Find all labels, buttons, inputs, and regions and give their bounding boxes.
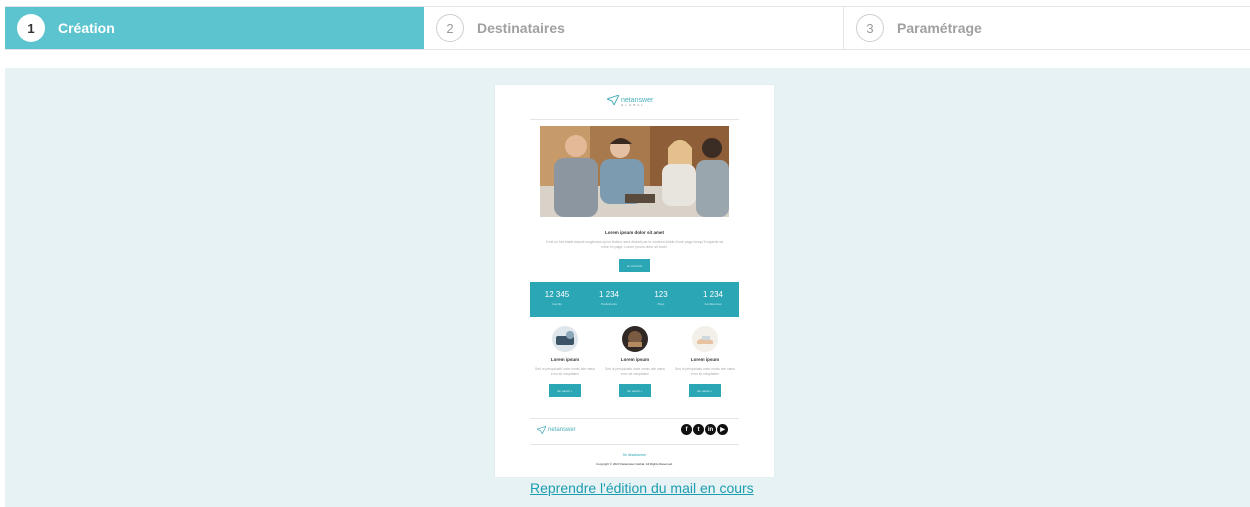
step-number: 3 (856, 14, 884, 42)
step-label: Création (58, 20, 115, 36)
stat-value: 12 345 (544, 290, 570, 299)
mail-cta-button: Je m'inscris (619, 259, 650, 272)
feature-text: Sed ut perspiciatis unde omnis iste natu… (675, 367, 735, 376)
feature-title: Lorem ipsum (690, 357, 720, 362)
step-label: Destinataires (477, 20, 565, 36)
feature-column: Lorem ipsum Sed ut perspiciatis unde omn… (535, 326, 595, 397)
feature-title: Lorem ipsum (550, 357, 580, 362)
linkedin-icon: in (705, 424, 716, 435)
email-thumbnail[interactable]: netanswer GLOBAL Lorem ipsum dolor sit a… (495, 85, 774, 477)
stat-value: 1 234 (702, 290, 724, 299)
stat-item: 1 234 Participants (587, 290, 631, 306)
wizard-steps: 1 Création 2 Destinataires 3 Paramétrage (5, 6, 1250, 50)
unsubscribe-link: Se désabonner (622, 453, 647, 457)
feature-button: En savoir + (619, 384, 651, 397)
paper-plane-icon (607, 95, 619, 105)
divider (530, 444, 739, 445)
feature-text: Sed ut perspiciatis unde omnis iste natu… (535, 367, 595, 376)
copyright-text: Copyright © 2023 Netanswer Global. All R… (596, 462, 673, 466)
youtube-icon: ▶ (717, 424, 728, 435)
stat-label: Inscrits (552, 302, 562, 306)
mail-paragraph: Il est un fait établi depuis longtemps q… (545, 240, 724, 249)
feature-image (552, 326, 578, 352)
brand-sub: GLOBAL (621, 103, 646, 107)
hero-image (540, 126, 729, 217)
step-creation[interactable]: 1 Création (5, 7, 424, 49)
footer-logo: netanswer (537, 426, 576, 434)
feature-image (692, 326, 718, 352)
mail-title: Lorem ipsum dolor sit amet (604, 230, 664, 235)
stat-label: Participants (601, 302, 617, 306)
feature-title: Lorem ipsum (620, 357, 650, 362)
stat-label: Pays (657, 302, 665, 306)
divider (530, 119, 739, 120)
feature-image (622, 326, 648, 352)
stat-label: Conférences (704, 302, 722, 306)
brand-name: netanswer (548, 427, 576, 433)
resume-edit-link[interactable]: Reprendre l'édition du mail en cours (530, 480, 754, 496)
step-number: 1 (17, 14, 45, 42)
paper-plane-icon (537, 426, 546, 434)
facebook-icon: f (681, 424, 692, 435)
feature-text: Sed ut perspiciatis unde omnis iste natu… (605, 367, 665, 376)
divider (530, 418, 739, 419)
stat-item: 1 234 Conférences (691, 290, 735, 306)
step-label: Paramétrage (897, 20, 982, 36)
mail-header-logo: netanswer GLOBAL (607, 95, 653, 107)
feature-column: Lorem ipsum Sed ut perspiciatis unde omn… (675, 326, 735, 397)
stat-item: 123 Pays (639, 290, 683, 306)
stats-band: 12 345 Inscrits 1 234 Participants 123 P… (530, 282, 739, 317)
stat-value: 1 234 (598, 290, 620, 299)
email-preview-area: netanswer GLOBAL Lorem ipsum dolor sit a… (5, 68, 1250, 507)
twitter-icon: t (693, 424, 704, 435)
social-links: f t in ▶ (681, 424, 728, 435)
stat-item: 12 345 Inscrits (535, 290, 579, 306)
feature-button: En savoir + (689, 384, 721, 397)
step-number: 2 (436, 14, 464, 42)
feature-column: Lorem ipsum Sed ut perspiciatis unde omn… (605, 326, 665, 397)
step-parametrage[interactable]: 3 Paramétrage (844, 7, 1250, 49)
stat-value: 123 (654, 290, 668, 299)
step-destinataires[interactable]: 2 Destinataires (424, 7, 844, 49)
feature-button: En savoir + (549, 384, 581, 397)
